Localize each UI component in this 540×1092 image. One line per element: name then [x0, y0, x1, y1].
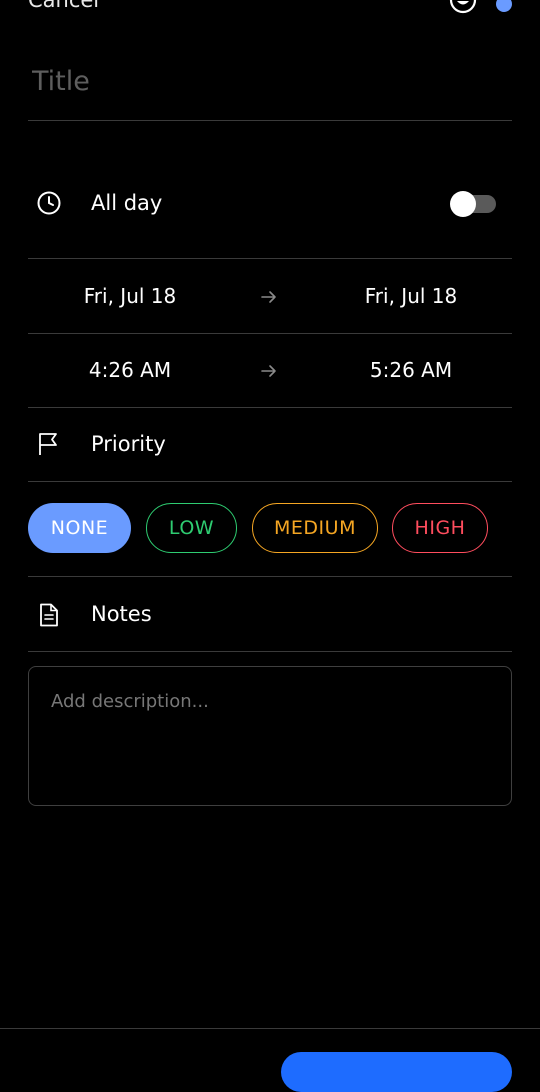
end-date[interactable]: Fri, Jul 18	[311, 284, 511, 308]
priority-label: Priority	[91, 432, 166, 456]
divider	[28, 407, 512, 408]
start-date[interactable]: Fri, Jul 18	[30, 284, 230, 308]
status-dot	[496, 0, 512, 12]
flag-icon	[39, 433, 57, 455]
save-button[interactable]	[281, 1052, 512, 1092]
bottom-divider	[0, 1028, 540, 1029]
description-input[interactable]	[28, 666, 512, 806]
notes-label: Notes	[91, 602, 152, 626]
title-input[interactable]	[32, 60, 502, 102]
clock-icon	[37, 191, 61, 215]
priority-low-button[interactable]: LOW	[146, 503, 237, 553]
divider	[28, 481, 512, 482]
divider	[28, 651, 512, 652]
divider	[28, 120, 512, 121]
divider	[28, 576, 512, 577]
divider	[28, 333, 512, 334]
priority-medium-button[interactable]: MEDIUM	[252, 503, 378, 553]
priority-none-button[interactable]: NONE	[28, 503, 131, 553]
arrow-right-icon	[261, 365, 276, 377]
priority-high-button[interactable]: HIGH	[392, 503, 488, 553]
cancel-button[interactable]: Cancel	[28, 0, 99, 12]
arrow-right-icon	[261, 291, 276, 303]
all-day-toggle[interactable]	[450, 191, 496, 217]
all-day-label: All day	[91, 191, 163, 215]
end-time[interactable]: 5:26 AM	[311, 358, 511, 382]
divider	[28, 258, 512, 259]
start-time[interactable]: 4:26 AM	[30, 358, 230, 382]
document-icon	[40, 603, 58, 627]
face-icon[interactable]	[449, 0, 477, 14]
